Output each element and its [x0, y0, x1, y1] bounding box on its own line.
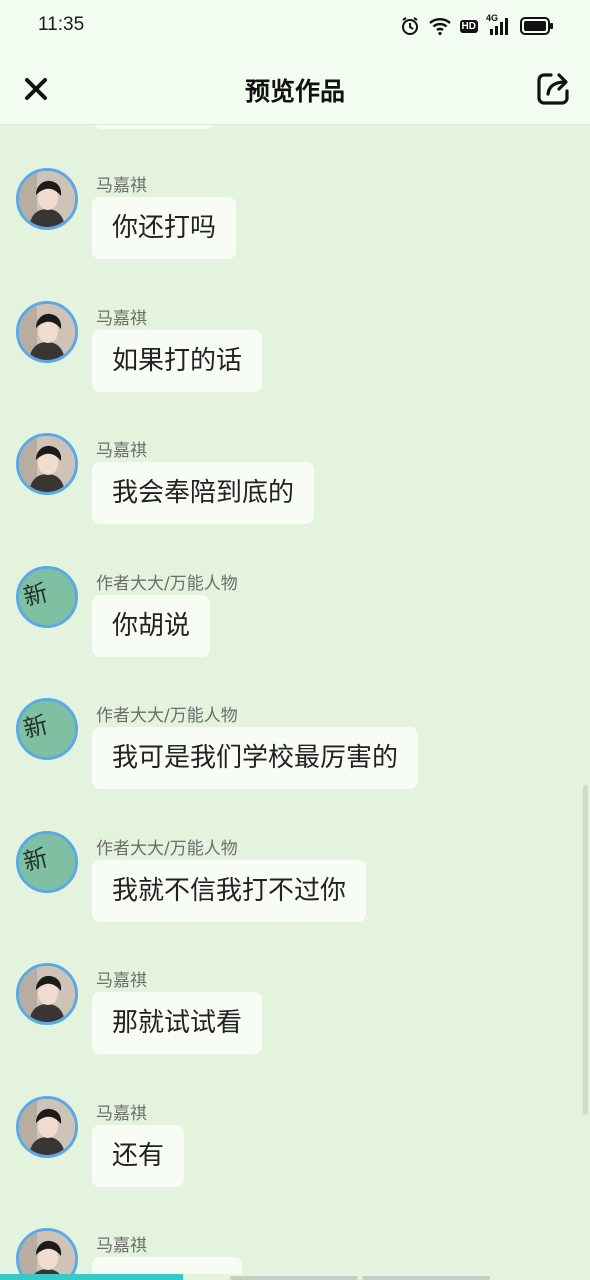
sender-name: 马嘉祺 — [96, 176, 147, 196]
message-bubble[interactable]: 还有 — [92, 1124, 185, 1187]
message-bubble[interactable]: 如果打的话 — [92, 329, 263, 392]
sender-name: 马嘉祺 — [96, 1236, 147, 1256]
wifi-icon — [428, 16, 452, 36]
progress-segment — [230, 1276, 358, 1280]
battery-icon — [520, 16, 554, 36]
message-row: 新作者大大/万能人物 我就不信我打不过你 — [0, 788, 590, 922]
status-icons: HD 4G — [400, 13, 554, 38]
status-time: 11:35 — [38, 14, 85, 35]
sender-name: 马嘉祺 — [96, 441, 147, 461]
header: 预览作品 — [0, 54, 590, 125]
sender-name: 马嘉祺 — [96, 1103, 147, 1124]
message-row: 新作者大大/万能人物 你胡说 — [0, 523, 590, 657]
message-bubble[interactable]: 我可是我们学校最厉害的 — [92, 727, 419, 789]
avatar-text[interactable]: 新 — [16, 698, 78, 760]
signal-4g-icon: 4G — [486, 13, 512, 36]
message-row: 马嘉祺 — [0, 1185, 590, 1280]
avatar-photo[interactable] — [16, 1095, 78, 1158]
share-button[interactable] — [534, 70, 572, 108]
message-row: 新作者大大/万能人物 我可是我们学校最厉害的 — [0, 655, 590, 789]
message-bubble[interactable]: 你胡说 — [92, 594, 211, 657]
avatar-photo[interactable] — [16, 1228, 78, 1280]
message-row: 马嘉祺 如果打的话 — [0, 258, 590, 392]
sender-name: 作者大大/万能人物 — [96, 706, 238, 726]
message-row: 马嘉祺 我会奉陪到底的 — [0, 390, 590, 524]
message-bubble[interactable]: 你还打吗 — [92, 197, 237, 259]
share-icon — [537, 73, 569, 105]
page-title: 预览作品 — [244, 77, 345, 106]
status-bar: 11:35 HD 4G — [0, 0, 590, 54]
sender-name: 作者大大/万能人物 — [96, 573, 238, 594]
scrollbar[interactable] — [583, 785, 588, 1115]
message-row: 马嘉祺 那就试试看 — [0, 920, 590, 1054]
message-row: 马嘉祺 你还打吗 — [0, 125, 590, 259]
sender-name: 马嘉祺 — [96, 971, 147, 991]
message-bubble[interactable]: 我会奉陪到底的 — [92, 462, 315, 524]
avatar-photo[interactable] — [16, 963, 78, 1025]
avatar-photo[interactable] — [16, 300, 78, 363]
avatar-photo[interactable] — [16, 168, 78, 230]
hd-icon: HD — [459, 19, 478, 33]
progress-track — [0, 1274, 590, 1280]
chat-list[interactable]: 马嘉祺 你还打吗 马嘉祺 如果打的话 马嘉祺 我会奉陪到底的新作者大大/万能人物 你胡说新作… — [0, 125, 590, 1280]
message-bubble[interactable]: 那就试试看 — [92, 992, 263, 1054]
avatar-photo[interactable] — [16, 433, 78, 495]
sender-name: 马嘉祺 — [96, 308, 147, 329]
message-row: 马嘉祺 还有 — [0, 1053, 590, 1187]
message-bubble[interactable]: 我就不信我打不过你 — [92, 859, 367, 922]
progress-segment — [362, 1276, 490, 1280]
avatar-text[interactable]: 新 — [16, 830, 78, 893]
avatar-text[interactable]: 新 — [16, 565, 78, 628]
sender-name: 作者大大/万能人物 — [96, 838, 238, 859]
alarm-icon — [400, 16, 420, 36]
progress-fill — [0, 1274, 183, 1280]
